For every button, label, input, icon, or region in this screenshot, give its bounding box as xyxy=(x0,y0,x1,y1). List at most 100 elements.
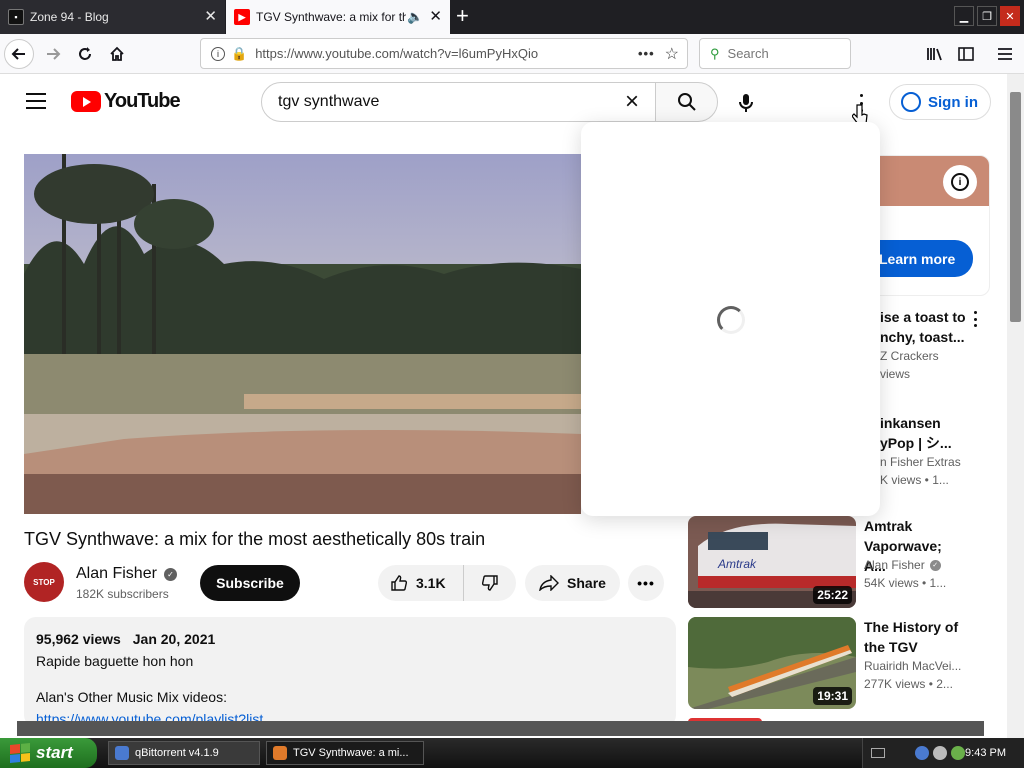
bookmark-star-icon[interactable]: ☆ xyxy=(665,44,679,64)
video-frame xyxy=(24,154,581,514)
sidebar-toggle-icon[interactable] xyxy=(951,39,981,69)
like-dislike-group: 3.1K xyxy=(378,565,516,601)
start-button[interactable]: start xyxy=(0,738,97,768)
recommendation-views: views xyxy=(880,367,911,381)
recommendation-title[interactable]: inkansen xyxy=(880,413,980,433)
video-duration: 19:31 xyxy=(813,687,852,705)
recommendation-title[interactable]: The History of the TGV xyxy=(864,617,964,657)
thumbs-down-icon xyxy=(481,575,498,591)
recommendation-title[interactable]: yPop | シ... xyxy=(880,433,980,453)
search-icon: ⚲ xyxy=(710,45,720,61)
library-icon[interactable] xyxy=(920,39,950,69)
recommendation-channel: Alan Fisher ✓ xyxy=(864,558,941,572)
task-label: qBittorrent v4.1.9 xyxy=(135,747,219,759)
ad-info-button[interactable]: i xyxy=(943,165,977,199)
restore-button[interactable]: ❐ xyxy=(977,6,997,26)
recommendation-thumbnail[interactable]: 19:31 xyxy=(688,617,856,709)
youtube-favicon-icon: ▶ xyxy=(234,9,250,25)
minimize-button[interactable]: ▁ xyxy=(954,6,974,26)
home-button[interactable] xyxy=(102,39,132,69)
loading-spinner-icon xyxy=(717,306,745,334)
like-count: 3.1K xyxy=(416,575,446,591)
close-tab-icon[interactable]: ✕ xyxy=(429,9,442,25)
recommendation-item[interactable]: 19:31 The History of the TGV Ruairidh Ma… xyxy=(688,617,988,709)
subscriber-count: 182K subscribers xyxy=(76,587,169,601)
description-box[interactable]: 95,962 views Jan 20, 2021 Rapide baguett… xyxy=(24,617,676,727)
close-window-button[interactable]: ✕ xyxy=(1000,6,1020,26)
start-label: start xyxy=(36,743,73,762)
browser-search-field[interactable]: ⚲ Search xyxy=(699,38,851,69)
system-tray: 9:43 PM xyxy=(862,738,1024,768)
sign-in-button[interactable]: Sign in xyxy=(889,84,991,120)
subscribe-button[interactable]: Subscribe xyxy=(200,565,300,601)
scrollbar-thumb[interactable] xyxy=(1010,92,1021,322)
qbittorrent-tray-icon[interactable] xyxy=(915,746,929,760)
share-button[interactable]: Share xyxy=(525,565,620,601)
upload-date: Jan 20, 2021 xyxy=(132,631,216,647)
channel-name-text[interactable]: Alan Fisher xyxy=(76,565,157,583)
more-actions-button[interactable]: ••• xyxy=(628,565,664,601)
search-input[interactable]: tgv synthwave × xyxy=(261,82,656,122)
qbittorrent-icon xyxy=(115,746,129,760)
view-count: 95,962 views xyxy=(36,631,121,647)
horizontal-scrollbar[interactable] xyxy=(17,721,984,736)
video-player[interactable] xyxy=(24,154,581,514)
recommendation-item[interactable]: Amtrak 25:22 Amtrak Vaporwave; A... Alan… xyxy=(688,516,988,608)
address-bar[interactable]: i 🔒 https://www.youtube.com/watch?v=l6um… xyxy=(200,38,688,69)
recommendation-channel-text: Alan Fisher xyxy=(864,558,925,572)
recommendation-views: 277K views • 2... xyxy=(864,677,953,691)
taskbar-item-firefox[interactable]: TGV Synthwave: a mi... xyxy=(266,741,424,765)
taskbar-item-qbittorrent[interactable]: qBittorrent v4.1.9 xyxy=(108,741,260,765)
like-button[interactable]: 3.1K xyxy=(378,565,464,601)
lock-icon[interactable]: 🔒 xyxy=(231,46,247,62)
volume-icon[interactable] xyxy=(933,746,947,760)
home-icon xyxy=(110,46,124,61)
vertical-scrollbar[interactable] xyxy=(1007,74,1024,738)
recommendation-views: K views • 1... xyxy=(880,473,949,487)
recommendation-title[interactable]: nchy, toast... xyxy=(880,327,980,347)
new-tab-button[interactable]: + xyxy=(456,5,469,27)
navigation-toolbar: i 🔒 https://www.youtube.com/watch?v=l6um… xyxy=(0,34,1024,74)
back-button[interactable] xyxy=(4,39,34,69)
video-duration: 25:22 xyxy=(813,586,852,604)
clear-search-icon[interactable]: × xyxy=(617,88,647,116)
recommendation-item[interactable]: ise a toast to nchy, toast... Z Crackers… xyxy=(880,307,980,383)
task-label: TGV Synthwave: a mi... xyxy=(293,747,409,759)
tab-zone94-blog[interactable]: ▪ Zone 94 - Blog ✕ xyxy=(0,0,225,34)
info-icon: i xyxy=(951,173,969,191)
recommendation-title[interactable]: ise a toast to xyxy=(880,307,980,327)
recommendation-views: 54K views • 1... xyxy=(864,576,947,590)
description-line: Rapide baguette hon hon xyxy=(36,653,194,669)
speaker-icon[interactable]: 🔈 xyxy=(407,9,423,25)
channel-name[interactable]: Alan Fisher ✓ xyxy=(76,565,177,583)
url-text[interactable]: https://www.youtube.com/watch?v=l6umPyHx… xyxy=(255,46,638,61)
youtube-logo[interactable]: YouTube xyxy=(71,90,181,113)
keyboard-icon[interactable] xyxy=(871,748,885,758)
microphone-icon[interactable] xyxy=(734,91,758,115)
network-icon[interactable] xyxy=(951,746,965,760)
learn-more-button[interactable]: Learn more xyxy=(869,240,973,277)
tab-tgv-synthwave[interactable]: ▶ TGV Synthwave: a mix for the 🔈 ✕ xyxy=(226,0,450,34)
channel-avatar[interactable]: STOP xyxy=(24,562,64,602)
recommendation-item[interactable]: inkansen yPop | シ... n Fisher Extras K v… xyxy=(880,413,980,489)
recommendation-thumbnail[interactable]: Amtrak 25:22 xyxy=(688,516,856,608)
forward-button[interactable] xyxy=(38,39,68,69)
reload-button[interactable] xyxy=(70,39,100,69)
info-icon[interactable]: i xyxy=(211,46,225,61)
guide-menu-icon[interactable] xyxy=(26,93,46,109)
ad-card[interactable]: i Learn more xyxy=(868,155,990,296)
logo-text: YouTube xyxy=(104,90,181,112)
page-actions-menu-icon[interactable]: ••• xyxy=(638,46,655,61)
close-tab-icon[interactable]: ✕ xyxy=(204,9,217,25)
dislike-button[interactable] xyxy=(464,574,516,592)
recommendation-menu-icon[interactable] xyxy=(972,311,978,327)
thumbs-up-icon xyxy=(391,575,408,591)
reload-icon xyxy=(79,47,91,60)
search-query[interactable]: tgv synthwave xyxy=(278,93,617,111)
svg-text:Amtrak: Amtrak xyxy=(717,557,757,571)
search-button[interactable] xyxy=(655,82,718,122)
hamburger-menu-icon[interactable] xyxy=(990,39,1020,69)
zone94-favicon-icon: ▪ xyxy=(8,9,24,25)
video-title: TGV Synthwave: a mix for the most aesthe… xyxy=(24,529,486,549)
recommendation-channel: Z Crackers xyxy=(880,349,939,363)
